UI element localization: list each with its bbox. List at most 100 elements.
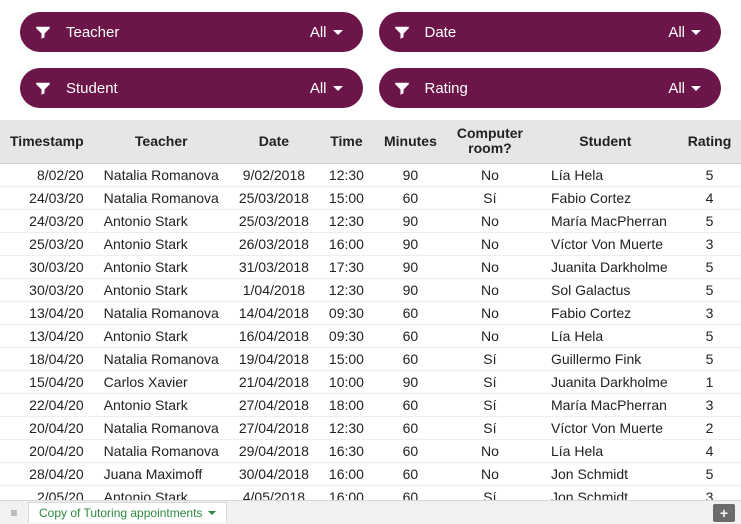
cell-date: 9/02/2018	[229, 163, 319, 186]
cell-student: Guillermo Fink	[533, 347, 678, 370]
cell-timestamp: 2/05/20	[0, 485, 94, 500]
table-row[interactable]: 30/03/20Antonio Stark31/03/201817:3090No…	[0, 255, 741, 278]
cell-time: 09:30	[319, 301, 374, 324]
cell-time: 17:30	[319, 255, 374, 278]
table-row[interactable]: 13/04/20Natalia Romanova14/04/201809:306…	[0, 301, 741, 324]
cell-timestamp: 20/04/20	[0, 439, 94, 462]
cell-student: María MacPherran	[533, 209, 678, 232]
cell-minutes: 60	[374, 186, 447, 209]
filter-icon	[34, 79, 52, 97]
col-minutes[interactable]: Minutes	[374, 120, 447, 163]
filter-value: All	[668, 24, 685, 41]
col-date[interactable]: Date	[229, 120, 319, 163]
cell-computer-room: No	[447, 255, 533, 278]
table-row[interactable]: 24/03/20Natalia Romanova25/03/201815:006…	[0, 186, 741, 209]
cell-date: 1/04/2018	[229, 278, 319, 301]
cell-teacher: Antonio Stark	[94, 232, 229, 255]
filter-date[interactable]: Date All	[379, 12, 722, 52]
cell-computer-room: No	[447, 301, 533, 324]
col-timestamp[interactable]: Timestamp	[0, 120, 94, 163]
table-row[interactable]: 2/05/20Antonio Stark4/05/201816:0060SíJo…	[0, 485, 741, 500]
col-rating[interactable]: Rating	[678, 120, 741, 163]
add-sheet-button[interactable]: +	[713, 504, 735, 522]
cell-timestamp: 13/04/20	[0, 324, 94, 347]
cell-timestamp: 22/04/20	[0, 393, 94, 416]
table-row[interactable]: 22/04/20Antonio Stark27/04/201818:0060Sí…	[0, 393, 741, 416]
cell-time: 16:00	[319, 232, 374, 255]
cell-rating: 5	[678, 347, 741, 370]
table-row[interactable]: 20/04/20Natalia Romanova27/04/201812:306…	[0, 416, 741, 439]
col-computer-room[interactable]: Computerroom?	[447, 120, 533, 163]
table-row[interactable]: 20/04/20Natalia Romanova29/04/201816:306…	[0, 439, 741, 462]
cell-teacher: Antonio Stark	[94, 324, 229, 347]
col-student[interactable]: Student	[533, 120, 678, 163]
cell-student: Fabio Cortez	[533, 186, 678, 209]
all-sheets-icon[interactable]: ≡	[0, 506, 28, 520]
cell-rating: 5	[678, 209, 741, 232]
cell-student: Lía Hela	[533, 163, 678, 186]
cell-timestamp: 30/03/20	[0, 255, 94, 278]
col-teacher[interactable]: Teacher	[94, 120, 229, 163]
cell-teacher: Natalia Romanova	[94, 416, 229, 439]
cell-minutes: 90	[374, 209, 447, 232]
filter-student[interactable]: Student All	[20, 68, 363, 108]
cell-rating: 3	[678, 393, 741, 416]
table-row[interactable]: 25/03/20Antonio Stark26/03/201816:0090No…	[0, 232, 741, 255]
cell-rating: 3	[678, 232, 741, 255]
cell-minutes: 60	[374, 301, 447, 324]
cell-date: 31/03/2018	[229, 255, 319, 278]
filter-rating[interactable]: Rating All	[379, 68, 722, 108]
data-table: Timestamp Teacher Date Time Minutes Comp…	[0, 120, 741, 500]
cell-rating: 4	[678, 186, 741, 209]
table-row[interactable]: 8/02/20Natalia Romanova9/02/201812:3090N…	[0, 163, 741, 186]
filter-value-wrap: All	[310, 24, 343, 41]
cell-student: Lía Hela	[533, 439, 678, 462]
filter-icon	[393, 79, 411, 97]
cell-timestamp: 15/04/20	[0, 370, 94, 393]
cell-time: 16:00	[319, 485, 374, 500]
cell-timestamp: 8/02/20	[0, 163, 94, 186]
chevron-down-icon	[208, 511, 216, 515]
cell-minutes: 60	[374, 393, 447, 416]
cell-date: 19/04/2018	[229, 347, 319, 370]
table-row[interactable]: 30/03/20Antonio Stark1/04/201812:3090NoS…	[0, 278, 741, 301]
cell-time: 12:30	[319, 278, 374, 301]
cell-minutes: 90	[374, 370, 447, 393]
filter-teacher[interactable]: Teacher All	[20, 12, 363, 52]
cell-student: Juanita Darkholme	[533, 255, 678, 278]
cell-date: 27/04/2018	[229, 393, 319, 416]
cell-time: 15:00	[319, 186, 374, 209]
cell-date: 16/04/2018	[229, 324, 319, 347]
cell-date: 25/03/2018	[229, 186, 319, 209]
filter-icon	[393, 23, 411, 41]
cell-computer-room: Sí	[447, 347, 533, 370]
cell-date: 26/03/2018	[229, 232, 319, 255]
table-row[interactable]: 13/04/20Antonio Stark16/04/201809:3060No…	[0, 324, 741, 347]
table-header-row: Timestamp Teacher Date Time Minutes Comp…	[0, 120, 741, 163]
cell-student: Fabio Cortez	[533, 301, 678, 324]
cell-computer-room: Sí	[447, 393, 533, 416]
sheet-tab[interactable]: Copy of Tutoring appointments	[28, 502, 227, 523]
cell-timestamp: 18/04/20	[0, 347, 94, 370]
cell-minutes: 90	[374, 255, 447, 278]
cell-student: María MacPherran	[533, 393, 678, 416]
cell-computer-room: No	[447, 209, 533, 232]
cell-time: 12:30	[319, 209, 374, 232]
cell-teacher: Antonio Stark	[94, 393, 229, 416]
cell-date: 27/04/2018	[229, 416, 319, 439]
chevron-down-icon	[333, 86, 343, 91]
cell-computer-room: No	[447, 462, 533, 485]
table-row[interactable]: 15/04/20Carlos Xavier21/04/201810:0090Sí…	[0, 370, 741, 393]
cell-teacher: Antonio Stark	[94, 255, 229, 278]
cell-rating: 3	[678, 485, 741, 500]
cell-date: 30/04/2018	[229, 462, 319, 485]
col-time[interactable]: Time	[319, 120, 374, 163]
table-row[interactable]: 28/04/20Juana Maximoff30/04/201816:0060N…	[0, 462, 741, 485]
table-row[interactable]: 18/04/20Natalia Romanova19/04/201815:006…	[0, 347, 741, 370]
cell-date: 25/03/2018	[229, 209, 319, 232]
cell-timestamp: 24/03/20	[0, 186, 94, 209]
cell-minutes: 60	[374, 416, 447, 439]
table-row[interactable]: 24/03/20Antonio Stark25/03/201812:3090No…	[0, 209, 741, 232]
table-wrap: Timestamp Teacher Date Time Minutes Comp…	[0, 120, 741, 500]
sheet-tab-label: Copy of Tutoring appointments	[39, 506, 202, 520]
